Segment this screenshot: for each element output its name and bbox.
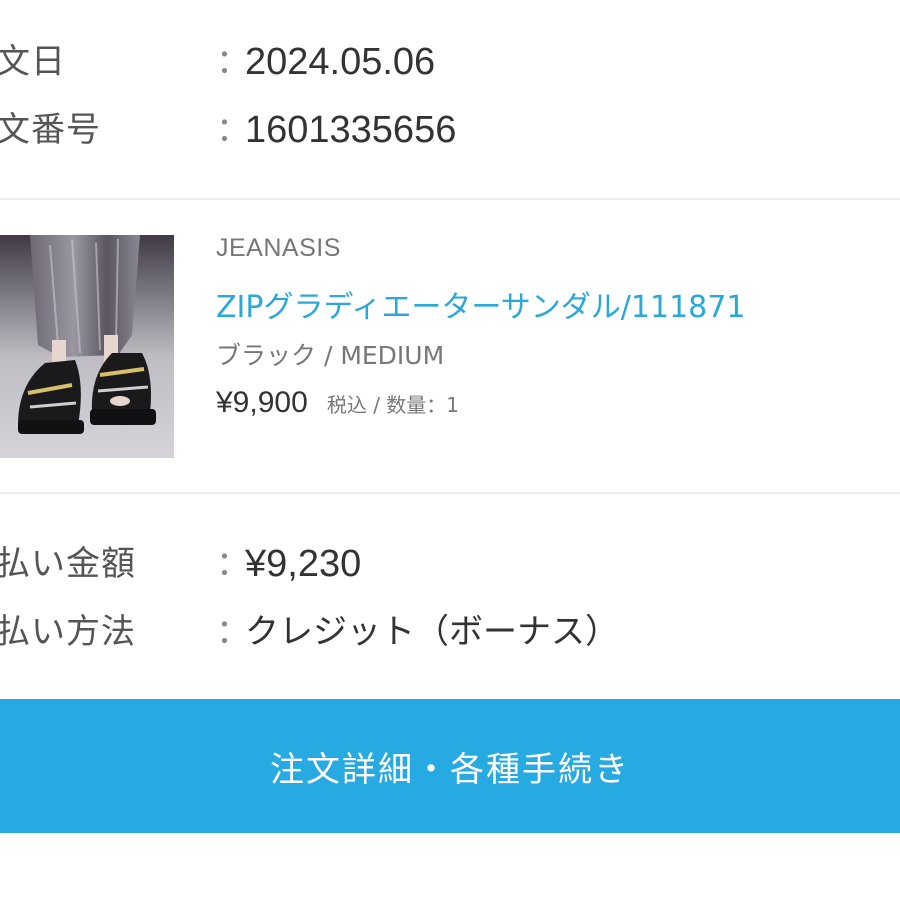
sandal-product-photo-icon (0, 235, 174, 458)
order-date-label: 文日 (0, 42, 66, 82)
divider (0, 492, 900, 494)
payment-method-label: 払い方法 (0, 612, 136, 652)
divider (0, 198, 900, 200)
product-card[interactable]: JEANASIS ZIPグラディエーターサンダル/111871 ブラック / M… (0, 202, 900, 492)
product-brand: JEANASIS (216, 234, 341, 262)
order-number-value: 1601335656 (245, 109, 457, 151)
payment-amount-value: ¥9,230 (245, 543, 362, 585)
payment-method-value: クレジット（ボーナス） (245, 612, 619, 652)
product-name-link[interactable]: ZIPグラディエーターサンダル/111871 (216, 282, 745, 326)
order-date-value: 2024.05.06 (245, 41, 436, 83)
product-price: ¥9,900 (216, 386, 308, 419)
order-details-button[interactable]: 注文詳細・各種手続き (0, 699, 900, 833)
product-image[interactable] (0, 235, 174, 458)
order-summary-page: 文日 ： 2024.05.06 文番号 ： 1601335656 JEANASI… (0, 0, 900, 900)
order-number-label: 文番号 (0, 110, 101, 150)
payment-amount-label: 払い金額 (0, 544, 136, 584)
product-price-line: ¥9,900 税込 / 数量：1 (216, 386, 459, 420)
product-tax-quantity: 税込 / 数量：1 (326, 393, 460, 417)
product-variant: ブラック / MEDIUM (216, 341, 445, 370)
